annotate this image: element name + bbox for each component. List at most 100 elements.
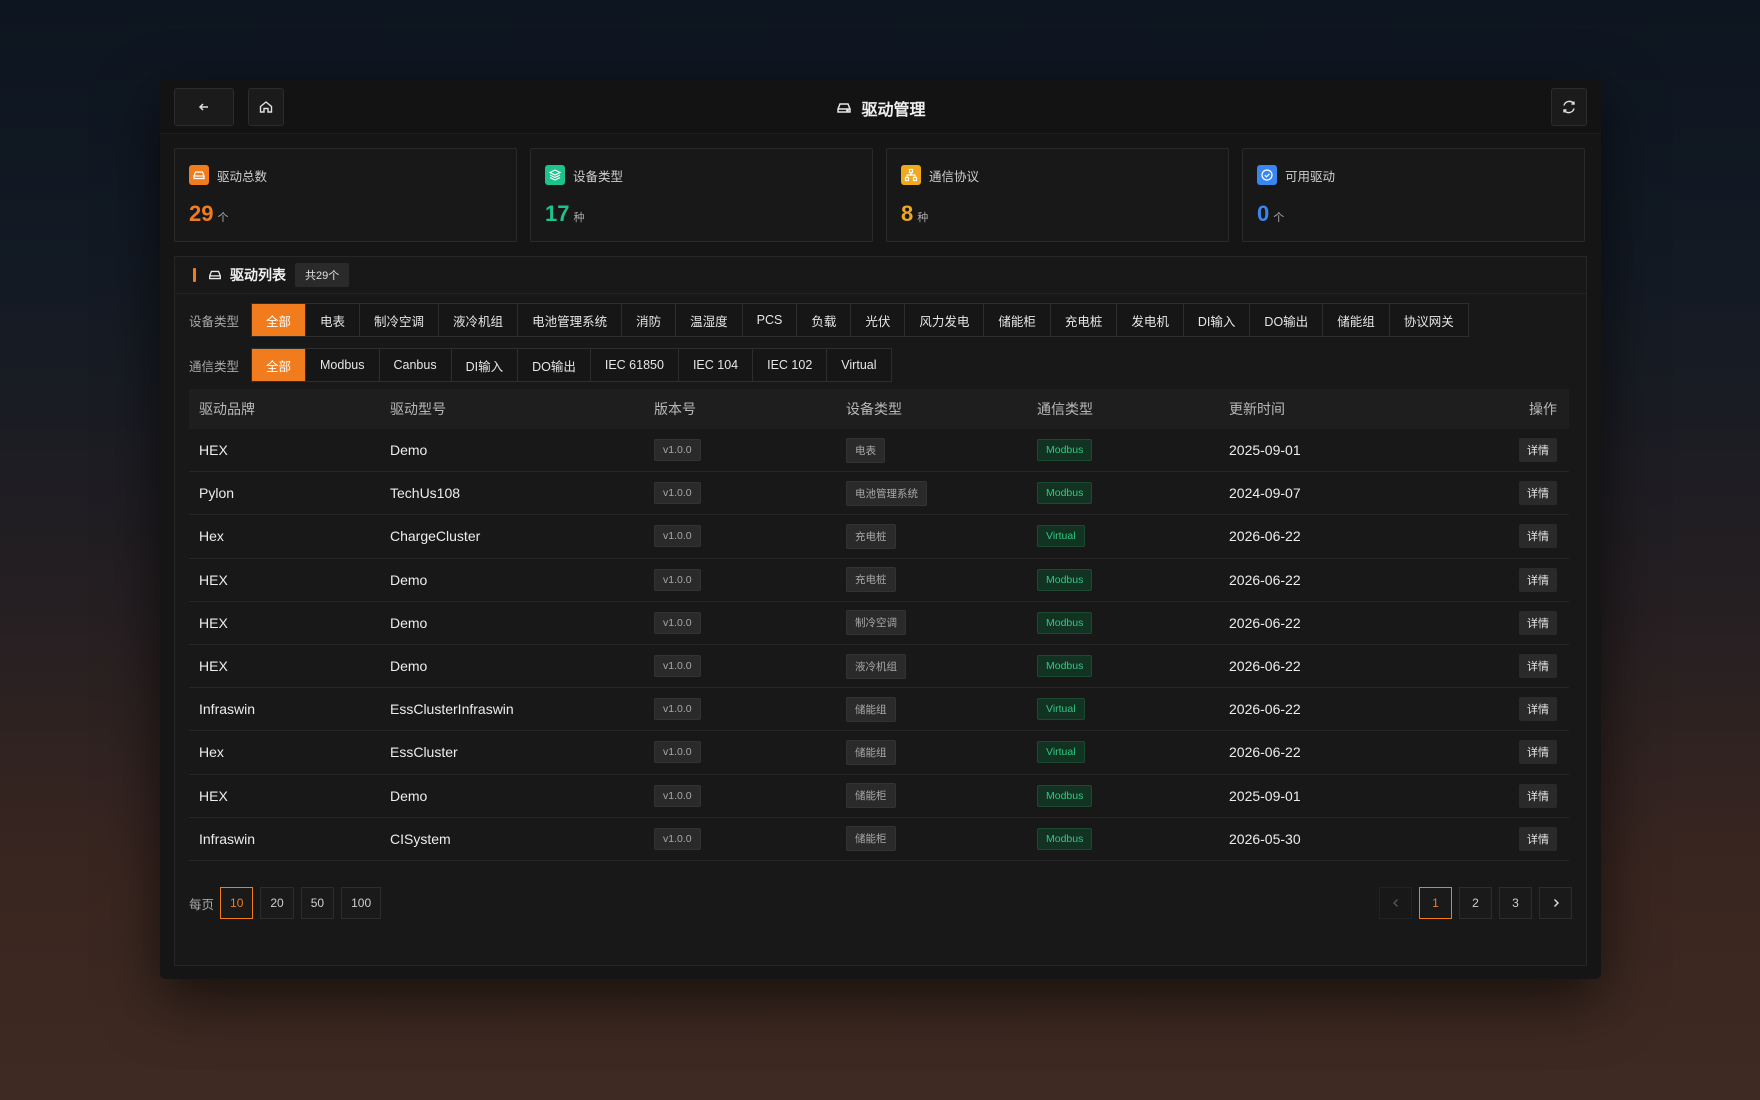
comm-type-option[interactable]: DO输出: [518, 349, 591, 381]
detail-button[interactable]: 详情: [1519, 697, 1557, 722]
device-type-option[interactable]: 电表: [306, 304, 361, 336]
stat-unit: 种: [917, 212, 929, 224]
drive-icon: [209, 270, 221, 280]
device-type-option[interactable]: 储能柜: [984, 304, 1051, 336]
version-cell: v1.0.0: [644, 439, 836, 462]
comm-type-option[interactable]: 全部: [252, 349, 307, 381]
column-header[interactable]: 设备类型: [836, 399, 1027, 419]
device-type-option[interactable]: 风力发电: [905, 304, 985, 336]
stat-value: 0: [1257, 201, 1270, 226]
table-row: Infraswin CISystem v1.0.0 储能柜 Modbus 2026-05-…: [189, 818, 1569, 861]
table-row: HEX Demo v1.0.0 充电桩 Modbus 2026-06-22 详情: [189, 559, 1569, 602]
page-size-option[interactable]: 100: [341, 887, 382, 919]
device-type-cell: 液冷机组: [836, 653, 1027, 679]
device-type-cell: 储能组: [836, 739, 1027, 765]
count-badge: 共29个: [295, 263, 350, 287]
device-type-option[interactable]: DO输出: [1250, 304, 1324, 336]
detail-button[interactable]: 详情: [1519, 826, 1557, 851]
comm-type-option[interactable]: Modbus: [306, 349, 380, 381]
driver-model: EssCluster: [390, 744, 458, 761]
device-type-option[interactable]: 温湿度: [676, 304, 743, 336]
device-type-option[interactable]: 充电桩: [1050, 304, 1118, 336]
device-type-option[interactable]: 协议网关: [1389, 304, 1468, 336]
comm-type-option[interactable]: DI输入: [451, 349, 519, 381]
comm-type-cell: Modbus: [1027, 439, 1219, 462]
device-type-option[interactable]: 发电机: [1117, 304, 1184, 336]
version-cell: v1.0.0: [644, 482, 836, 505]
driver-model: EssClusterInfraswin: [390, 701, 514, 718]
detail-button[interactable]: 详情: [1519, 610, 1557, 635]
detail-button[interactable]: 详情: [1519, 438, 1557, 463]
column-header[interactable]: 版本号: [644, 399, 836, 419]
device-type-option[interactable]: 全部: [252, 304, 307, 336]
detail-button[interactable]: 详情: [1519, 740, 1557, 765]
table-row: Pylon TechUs108 v1.0.0 电池管理系统 Modbus 2024-09-…: [189, 472, 1569, 516]
driver-brand: HEX: [199, 614, 228, 631]
page-number-button[interactable]: 3: [1499, 887, 1532, 919]
device-type-tag: 储能组: [846, 696, 896, 722]
next-page-button[interactable]: [1539, 887, 1572, 919]
stat-unit: 种: [573, 212, 585, 224]
table-body: HEX Demo v1.0.0 电表 Modbus 2025-09-01 详情 Pylon Te…: [189, 429, 1569, 861]
stat-label: 可用驱动: [1285, 169, 1336, 184]
version-cell: v1.0.0: [644, 827, 836, 850]
page-size-option[interactable]: 50: [300, 887, 335, 919]
device-type-option[interactable]: PCS: [742, 304, 798, 336]
comm-type-option[interactable]: IEC 61850: [590, 349, 679, 381]
comm-type-option[interactable]: Virtual: [827, 349, 891, 381]
device-type-option[interactable]: 光伏: [851, 304, 906, 336]
column-header[interactable]: 通信类型: [1027, 399, 1219, 419]
driver-brand: Pylon: [199, 485, 235, 502]
prev-page-button[interactable]: [1379, 887, 1412, 919]
device-type-option[interactable]: 储能组: [1323, 304, 1390, 336]
stat-label: 通信协议: [929, 169, 980, 184]
device-type-filter: 设备类型 全部 电表 制冷空调 液冷机组 电池管理系统 消防 温湿度 PCS 负载 光伏 风力发电储…: [189, 303, 1469, 337]
version-tag: v1.0.0: [654, 568, 701, 591]
column-header[interactable]: 驱动型号: [380, 399, 644, 419]
layers-icon: [545, 165, 565, 185]
detail-button[interactable]: 详情: [1519, 567, 1557, 592]
detail-button[interactable]: 详情: [1519, 783, 1557, 808]
column-header[interactable]: 更新时间: [1219, 399, 1469, 419]
version-tag: v1.0.0: [654, 698, 701, 721]
comm-type-tag: Modbus: [1037, 568, 1093, 591]
comm-type-option[interactable]: Canbus: [379, 349, 452, 381]
page-size-option[interactable]: 10: [220, 887, 254, 919]
device-type-option[interactable]: 制冷空调: [360, 304, 440, 336]
device-type-option[interactable]: DI输入: [1183, 304, 1251, 336]
page-number-button[interactable]: 2: [1459, 887, 1492, 919]
detail-button[interactable]: 详情: [1519, 481, 1557, 506]
stat-card-available-drivers: 可用驱动 0 个: [1242, 148, 1585, 242]
device-type-tag: 储能柜: [846, 783, 896, 809]
driver-list-panel: 驱动列表 共29个 设备类型 全部 电表 制冷空调 液冷机组 电池管理系统 消防 温湿度 PC…: [174, 256, 1587, 966]
device-type-tag: 电池管理系统: [846, 480, 927, 506]
driver-brand: Infraswin: [199, 830, 256, 847]
column-header[interactable]: 驱动品牌: [189, 399, 380, 419]
version-cell: v1.0.0: [644, 655, 836, 678]
device-type-option[interactable]: 液冷机组: [439, 304, 519, 336]
device-type-option[interactable]: 负载: [797, 304, 852, 336]
device-type-option[interactable]: 消防: [622, 304, 677, 336]
driver-model: Demo: [390, 571, 428, 588]
page-number-button[interactable]: 1: [1419, 887, 1452, 919]
update-time: 2026-06-22: [1229, 744, 1301, 761]
refresh-button[interactable]: [1551, 88, 1587, 126]
update-time: 2025-09-01: [1229, 442, 1301, 459]
update-time: 2025-09-01: [1229, 787, 1301, 804]
device-type-cell: 充电桩: [836, 523, 1027, 549]
action-cell: 详情: [1469, 697, 1569, 722]
device-type-cell: 充电桩: [836, 567, 1027, 593]
accent-bar: [193, 268, 196, 282]
detail-button[interactable]: 详情: [1519, 524, 1557, 549]
table-row: Hex ChargeCluster v1.0.0 充电桩 Virtual 2026-06-…: [189, 515, 1569, 559]
comm-type-option[interactable]: IEC 102: [753, 349, 828, 381]
filter-label: 设备类型: [189, 314, 240, 329]
device-type-option[interactable]: 电池管理系统: [518, 304, 623, 336]
detail-button[interactable]: 详情: [1519, 654, 1557, 679]
table-row: HEX Demo v1.0.0 制冷空调 Modbus 2026-06-22 详情: [189, 602, 1569, 645]
comm-type-option[interactable]: IEC 104: [678, 349, 754, 381]
panel-header: 驱动列表 共29个: [175, 257, 1586, 294]
device-type-cell: 储能组: [836, 696, 1027, 722]
action-cell: 详情: [1469, 740, 1569, 765]
page-size-option[interactable]: 20: [260, 887, 294, 919]
